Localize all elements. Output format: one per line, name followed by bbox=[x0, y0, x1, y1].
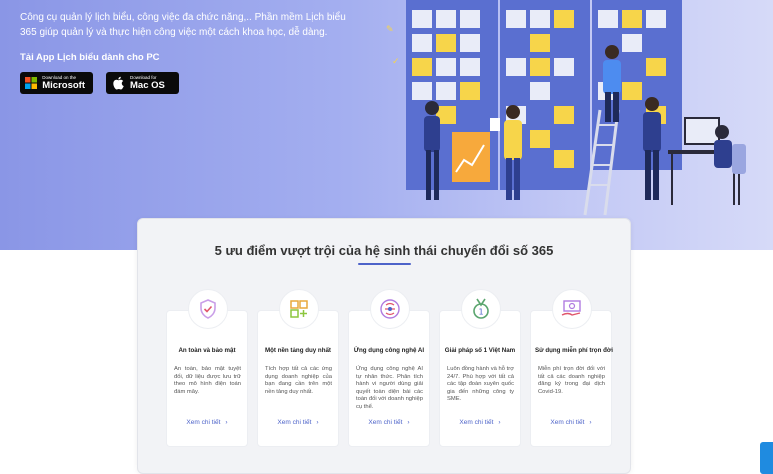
brain-ai-icon bbox=[370, 289, 410, 329]
card-detail-link[interactable]: Xem chi tiết › bbox=[349, 419, 429, 426]
store-buttons: Download on the Microsoft Download for M… bbox=[20, 72, 360, 94]
download-microsoft-button[interactable]: Download on the Microsoft bbox=[20, 72, 93, 94]
card-title: Giải pháp số 1 Việt Nam bbox=[444, 347, 516, 354]
title-underline bbox=[358, 263, 411, 265]
card-detail-link[interactable]: Xem chi tiết › bbox=[167, 419, 247, 426]
shield-check-icon bbox=[188, 289, 228, 329]
hero-banner: Công cụ quản lý lịch biểu, công việc đa … bbox=[0, 0, 773, 250]
medal-icon: 1 bbox=[461, 289, 501, 329]
link-label: Xem chi tiết bbox=[459, 419, 494, 426]
link-label: Xem chi tiết bbox=[550, 419, 585, 426]
advantage-card-ai: Ứng dụng công nghệ AI Ứng dụng công nghệ… bbox=[348, 289, 430, 447]
chevron-right-icon: › bbox=[498, 419, 501, 426]
chevron-right-icon: › bbox=[225, 419, 228, 426]
download-macos-button[interactable]: Download for Mac OS bbox=[106, 72, 179, 94]
chevron-right-icon: › bbox=[407, 419, 410, 426]
hero-text: Công cụ quản lý lịch biểu, công việc đa … bbox=[20, 10, 360, 94]
store-big-label: Mac OS bbox=[130, 79, 165, 91]
card-detail-link[interactable]: Xem chi tiết › bbox=[258, 419, 338, 426]
card-description: An toàn, bảo mật tuyệt đối, dữ liệu được… bbox=[174, 366, 241, 395]
apple-icon bbox=[111, 76, 125, 90]
office-team-illustration: ✎ ✓ bbox=[386, 0, 746, 216]
card-title: Ứng dụng công nghệ AI bbox=[353, 347, 425, 354]
download-heading: Tải App Lịch biểu dành cho PC bbox=[20, 52, 160, 63]
svg-text:✎: ✎ bbox=[386, 25, 394, 35]
advantages-title: 5 ưu điểm vượt trội của hệ sinh thái chu… bbox=[214, 243, 554, 258]
card-detail-link[interactable]: Xem chi tiết › bbox=[531, 419, 611, 426]
card-detail-link[interactable]: Xem chi tiết › bbox=[440, 419, 520, 426]
advantage-card-platform: Một nền tảng duy nhất Tích hợp tất cả cá… bbox=[257, 289, 339, 447]
advantages-panel: 5 ưu điểm vượt trội của hệ sinh thái chu… bbox=[137, 218, 631, 474]
link-label: Xem chi tiết bbox=[186, 419, 221, 426]
svg-text:✓: ✓ bbox=[392, 57, 400, 67]
card-description: Miễn phí trọn đời đối với tất cả các doa… bbox=[538, 366, 605, 395]
chevron-right-icon: › bbox=[589, 419, 592, 426]
card-title: An toàn và bảo mật bbox=[178, 347, 236, 354]
windows-icon bbox=[25, 76, 38, 90]
money-hand-icon bbox=[552, 289, 592, 329]
card-description: Luôn đồng hành và hỗ trợ 24/7. Phù hợp v… bbox=[447, 366, 514, 403]
advantage-card-top-solution: 1 Giải pháp số 1 Việt Nam Luôn đồng hành… bbox=[439, 289, 521, 447]
advantage-card-security: An toàn và bảo mật An toàn, bảo mật tuyệ… bbox=[166, 289, 248, 447]
chat-widget-tab[interactable] bbox=[760, 442, 773, 474]
svg-text:1: 1 bbox=[478, 308, 483, 317]
link-label: Xem chi tiết bbox=[368, 419, 403, 426]
link-label: Xem chi tiết bbox=[277, 419, 312, 426]
card-title: Một nền tảng duy nhất bbox=[265, 347, 331, 354]
card-title: Sử dụng miễn phí trọn đời bbox=[535, 347, 613, 354]
advantage-card-free: Sử dụng miễn phí trọn đời Miễn phí trọn … bbox=[530, 289, 613, 447]
card-description: Ứng dụng công nghệ AI tự nhân thức. Phân… bbox=[356, 366, 423, 410]
card-description: Tích hợp tất cả các ứng dụng doanh nghiệ… bbox=[265, 366, 332, 395]
app-grid-plus-icon bbox=[279, 289, 319, 329]
chevron-right-icon: › bbox=[316, 419, 319, 426]
hero-description: Công cụ quản lý lịch biểu, công việc đa … bbox=[20, 12, 346, 38]
store-big-label: Microsoft bbox=[42, 79, 85, 91]
